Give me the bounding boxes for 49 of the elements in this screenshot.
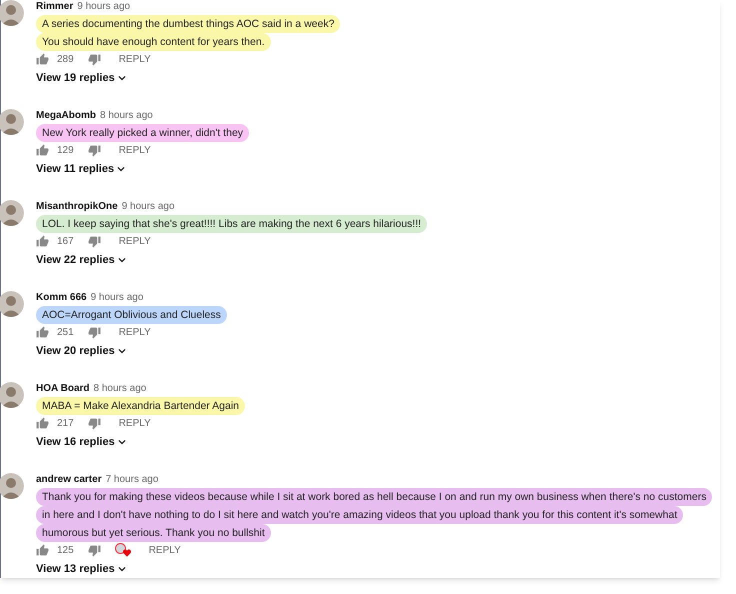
highlighted-comment-text: New York really picked a winner, didn't they [36, 124, 250, 142]
like-count: 167 [57, 234, 74, 248]
highlighted-comment-text: LOL. I keep saying that she's great!!!! Libs are making the next 6 years hilarious!!! [36, 215, 428, 233]
comment-time[interactable]: 8 hours ago [100, 109, 153, 123]
like-count: 129 [57, 144, 74, 158]
reply-button[interactable]: REPLY [118, 234, 151, 248]
reply-button[interactable]: REPLY [118, 416, 151, 430]
dislike-icon[interactable] [88, 234, 101, 248]
comment-author[interactable]: andrew carter [36, 473, 102, 487]
comment-author[interactable]: MegaAbomb [36, 109, 96, 123]
creator-heart-icon [114, 543, 131, 557]
view-replies-button[interactable]: View 16 replies [36, 435, 245, 449]
view-replies-button[interactable]: View 20 replies [36, 344, 227, 358]
reply-button[interactable]: REPLY [148, 542, 181, 558]
comment-author[interactable]: Rimmer [36, 0, 74, 14]
comment-time[interactable]: 8 hours ago [94, 382, 146, 396]
dislike-icon[interactable] [88, 326, 101, 338]
like-count: 251 [57, 326, 74, 340]
reply-button[interactable]: REPLY [118, 142, 151, 158]
comment-time[interactable]: 9 hours ago [90, 291, 144, 305]
like-count: 289 [57, 52, 74, 66]
highlighted-comment-text: MABA = Make Alexandria Bartender Again [36, 397, 245, 415]
comment-time[interactable]: 7 hours ago [106, 473, 158, 487]
comment-time[interactable]: 9 hours ago [77, 0, 130, 14]
view-replies-button[interactable]: View 11 replies [36, 162, 250, 176]
view-replies-button[interactable]: View 13 replies [36, 562, 712, 576]
comment-author[interactable]: Komm 666 [36, 291, 87, 305]
reply-button[interactable]: REPLY [118, 324, 151, 340]
comment-time[interactable]: 9 hours ago [122, 200, 175, 214]
like-icon[interactable] [36, 416, 49, 430]
like-icon[interactable] [36, 144, 49, 156]
dislike-icon[interactable] [88, 416, 101, 430]
comment-author[interactable]: MisanthropikOne [36, 200, 118, 214]
like-icon[interactable] [36, 52, 49, 66]
view-replies-button[interactable]: View 19 replies [36, 71, 340, 85]
like-icon[interactable] [36, 234, 49, 248]
like-count: 125 [57, 544, 74, 558]
like-icon[interactable] [36, 326, 49, 338]
dislike-icon[interactable] [88, 544, 101, 556]
dislike-icon[interactable] [88, 52, 101, 66]
highlighted-comment-text: AOC=Arrogant Oblivious and Clueless [36, 306, 227, 324]
dislike-icon[interactable] [88, 144, 101, 156]
like-icon[interactable] [36, 544, 49, 556]
comment-author[interactable]: HOA Board [36, 382, 90, 396]
highlighted-comment-text: Thank you for making these videos because while I sit at work bored as hell because I on and run my own business when there's no customers in here and I don't have nothing to do I sit here and watch you're amazing videos that you upload thank you for this content it's somewhat humorous but yet serious. Thank you no bullshit [36, 488, 712, 542]
like-count: 217 [57, 416, 74, 430]
reply-button[interactable]: REPLY [118, 52, 151, 66]
highlighted-comment-text: A series documenting the dumbest things AOC said in a week? You should have enough content for years then. [36, 15, 340, 51]
view-replies-button[interactable]: View 22 replies [36, 253, 428, 267]
